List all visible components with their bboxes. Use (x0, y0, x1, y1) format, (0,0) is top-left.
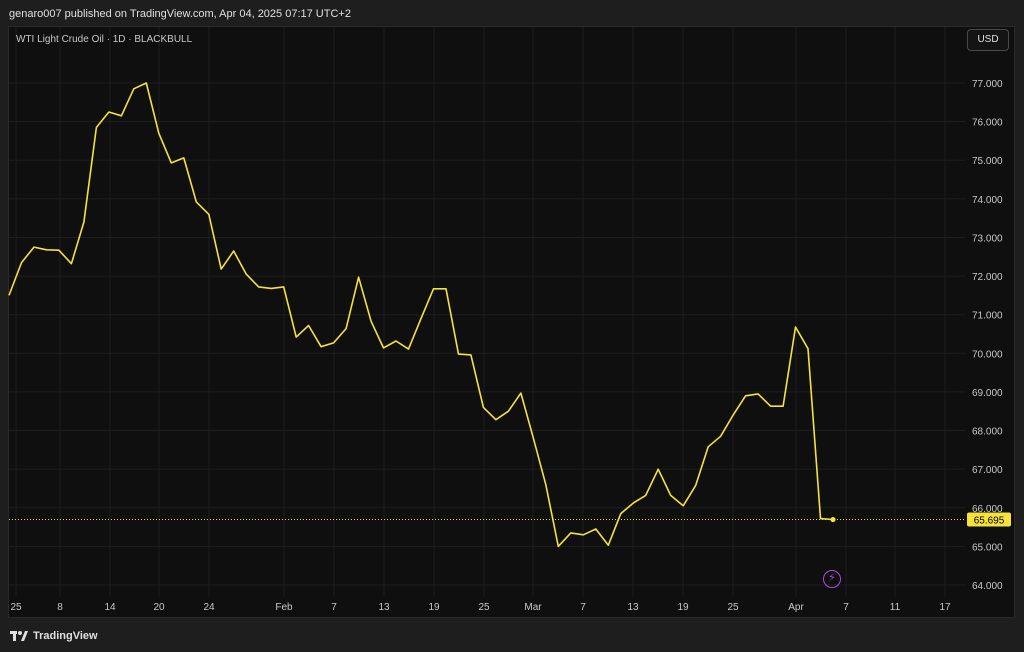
x-tick-label: 14 (104, 602, 116, 613)
grid-lines (9, 27, 965, 597)
y-tick-label: 75.000 (972, 156, 1003, 167)
x-tick-label: 13 (627, 602, 639, 613)
x-tick-label: 19 (677, 602, 689, 613)
y-tick-label: 64.000 (972, 581, 1003, 592)
tradingview-logo-icon[interactable] (10, 630, 28, 642)
chart-title: WTI Light Crude Oil · 1D · BLACKBULL (16, 34, 193, 45)
x-tick-label: 7 (331, 602, 337, 613)
x-tick-label: 7 (843, 602, 849, 613)
footer-bar (0, 620, 1024, 652)
x-tick-label: 20 (153, 602, 165, 613)
last-price-label: 65.695 (974, 516, 1005, 527)
x-tick-label: Feb (275, 602, 293, 613)
footer-brand[interactable]: TradingView (33, 630, 98, 642)
lightning-icon[interactable]: ⚡ (823, 570, 841, 588)
last-point-dot (830, 516, 836, 523)
price-chart[interactable]: 64.00065.00066.00067.00068.00069.00070.0… (0, 0, 1024, 652)
x-tick-label: 7 (580, 602, 586, 613)
x-tick-label: Apr (788, 602, 804, 613)
y-tick-label: 74.000 (972, 195, 1003, 206)
y-tick-label: 77.000 (972, 79, 1003, 90)
y-tick-label: 65.000 (972, 542, 1003, 553)
y-tick-label: 72.000 (972, 272, 1003, 283)
x-tick-label: 25 (10, 602, 22, 613)
y-tick-label: 70.000 (972, 349, 1003, 360)
x-tick-label: Mar (524, 602, 542, 613)
x-axis: 25 8 14 20 24 Feb 7 13 19 25 Mar 7 13 19 25 Apr 7 11 17 (10, 602, 951, 613)
currency-button[interactable]: USD (967, 29, 1009, 51)
x-tick-label: 11 (890, 602, 901, 613)
y-tick-label: 76.000 (972, 118, 1003, 129)
x-tick-label: 19 (428, 602, 440, 613)
x-tick-label: 25 (478, 602, 490, 613)
x-tick-label: 8 (57, 602, 63, 613)
y-tick-label: 73.000 (972, 233, 1003, 244)
x-tick-label: 24 (203, 602, 215, 613)
y-tick-label: 68.000 (972, 427, 1003, 438)
x-tick-label: 25 (727, 602, 739, 613)
y-tick-label: 69.000 (972, 388, 1003, 399)
x-tick-label: 13 (378, 602, 390, 613)
y-tick-label: 71.000 (972, 311, 1003, 322)
y-tick-label: 67.000 (972, 465, 1003, 476)
x-tick-label: 17 (939, 602, 951, 613)
